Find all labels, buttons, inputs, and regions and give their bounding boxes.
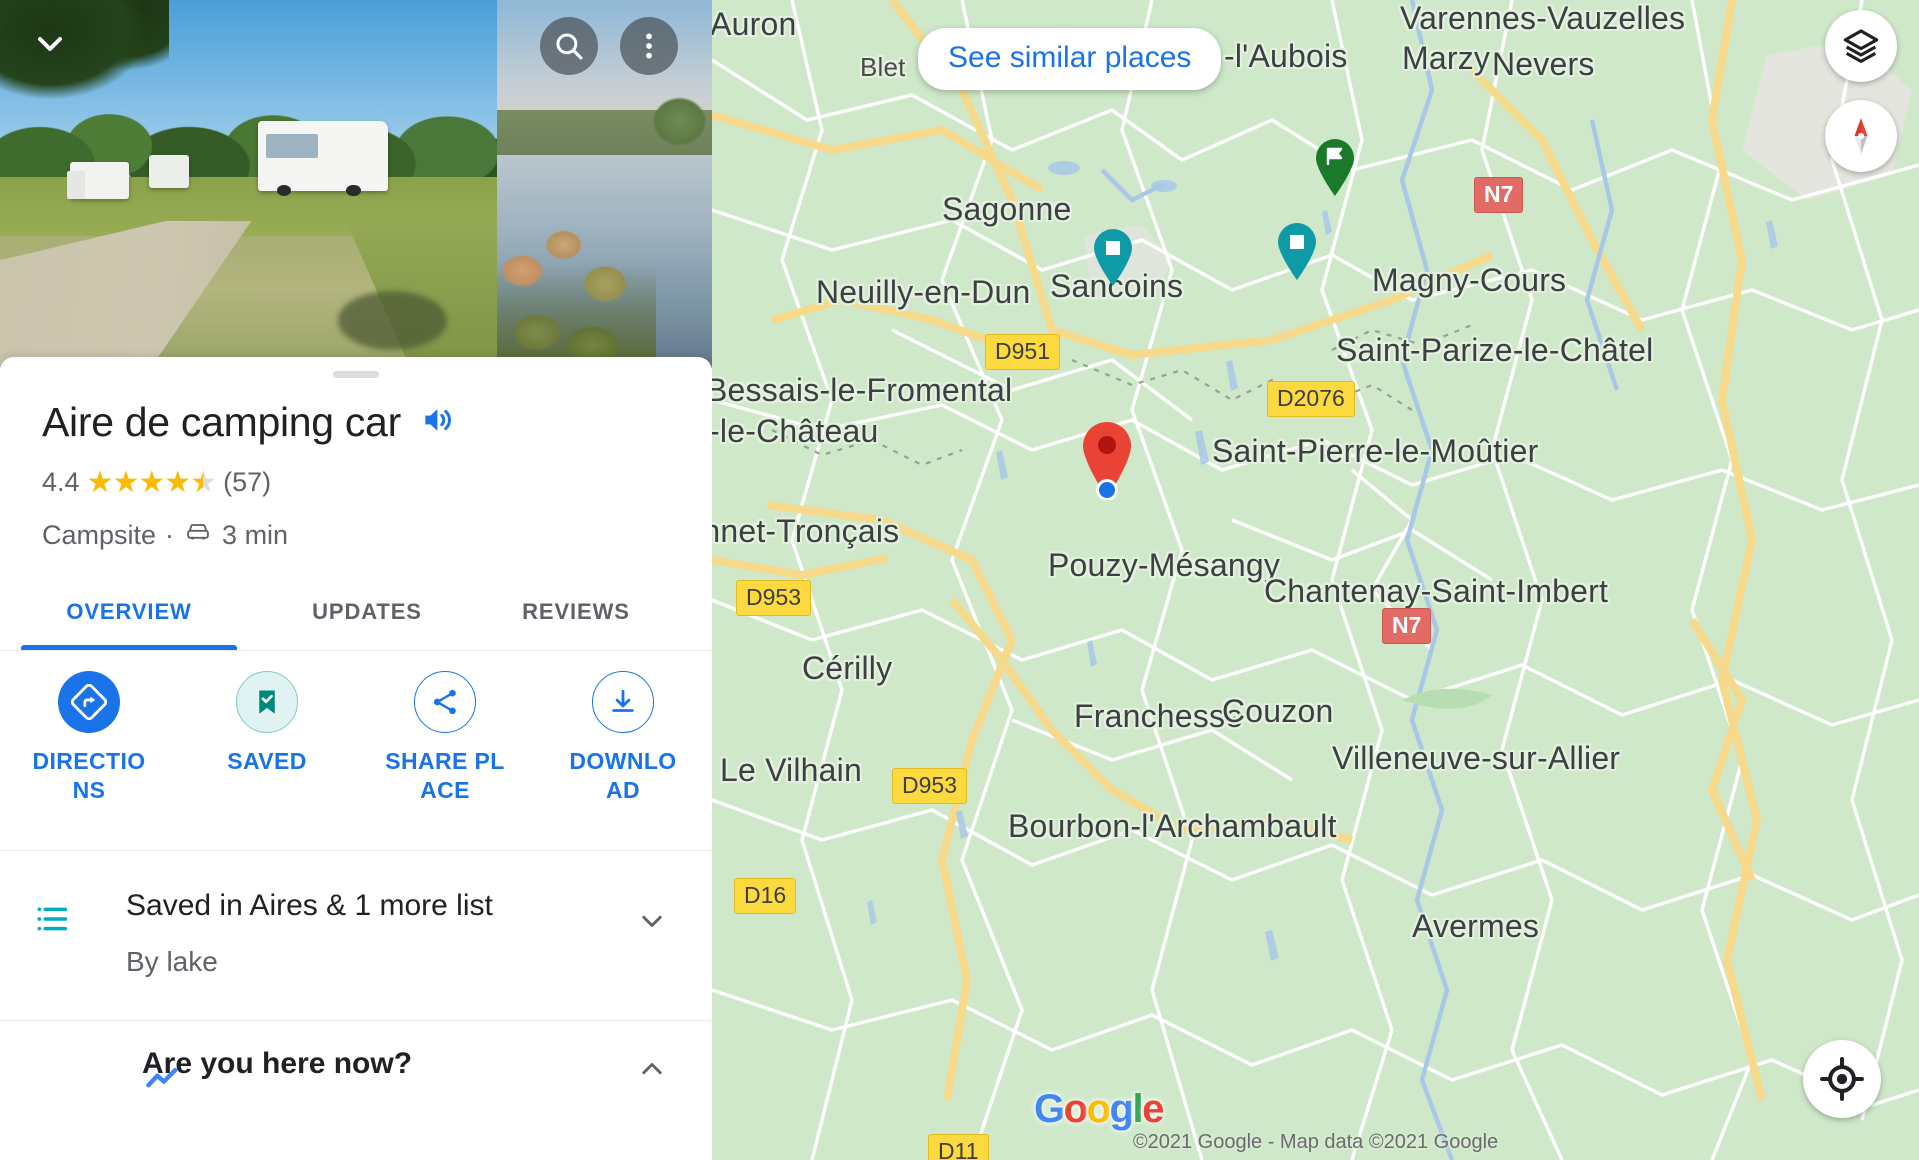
saved-list-subtitle: By lake [126,946,218,977]
action-button-row: DIRECTIONS SAVED SHARE PLACE DOWNLOAD [0,651,712,851]
chevron-down-icon [38,37,62,51]
map-canvas[interactable]: .minor { stroke:#ffffff; stroke-width:3.… [712,0,1919,1160]
star-icon-1: ★ [86,465,114,499]
road-shield-badge: N7 [1474,177,1524,213]
directions-label: DIRECTIONS [32,748,146,804]
rating-value: 4.4 [42,467,80,497]
place-info-card: Aire de camping car 4.4 ★ ★ ★ ★ ★ (57) C… [0,357,712,1160]
road-shield-badge: D16 [734,878,797,914]
see-similar-places-button[interactable]: See similar places [918,28,1222,90]
directions-button[interactable]: DIRECTIONS [0,651,178,850]
bookmark-check-icon [236,671,298,733]
share-place-button[interactable]: SHARE PLACE [356,651,534,850]
poi-pin-2[interactable] [1274,222,1320,287]
place-meta-row: Campsite · 3 min [42,517,288,554]
chevron-up-icon[interactable] [634,1051,670,1092]
tab-bar: OVERVIEW UPDATES REVIEWS [0,573,712,651]
sheet-drag-handle[interactable] [333,371,379,378]
photo-motorhome-3 [258,121,388,197]
map-layers-button[interactable] [1825,10,1897,82]
road-shield-badge: D953 [736,580,811,616]
flag-pin[interactable] [1312,138,1358,203]
collapse-photos-button[interactable] [26,20,74,68]
chevron-down-icon[interactable] [634,903,670,944]
layers-icon [1843,29,1879,63]
my-location-button[interactable] [1803,1040,1881,1118]
car-icon [183,517,213,554]
download-label: DOWNLOAD [569,748,677,804]
road-shield-badge: D2076 [1267,381,1355,417]
poi-pin-1[interactable] [1090,228,1136,293]
tab-updates[interactable]: UPDATES [258,573,476,650]
place-category: Campsite [42,520,157,550]
download-button[interactable]: DOWNLOAD [534,651,712,850]
volume-up-icon[interactable] [419,401,457,444]
photo-motorhome-1 [67,161,130,199]
search-button[interactable] [540,17,598,75]
map-attribution: ©2021 Google - Map data ©2021 Google [1132,1131,1499,1153]
place-photo-lake[interactable] [497,0,712,368]
photo-shadow [337,290,448,350]
star-icon-3: ★ [138,465,165,499]
are-you-here-title: Are you here now? [142,1047,413,1080]
tab-overview[interactable]: OVERVIEW [0,573,258,650]
road-shield-badge: D953 [892,768,967,804]
list-icon [32,899,72,944]
place-details-panel: Aire de camping car 4.4 ★ ★ ★ ★ ★ (57) C… [0,0,712,1160]
more-options-button[interactable] [620,17,678,75]
road-shield-badge: D951 [985,334,1060,370]
saved-list-title: Saved in Aires & 1 more list [126,889,493,922]
more-vert-icon [646,33,652,59]
title-row: Aire de camping car [42,399,682,446]
road-shield-badge: N7 [1382,608,1432,644]
place-photo-campsite[interactable] [0,0,497,368]
compass-button[interactable] [1825,100,1897,172]
share-icon [414,671,476,733]
are-you-here-row[interactable]: Are you here now? [0,1021,712,1160]
photo-motorhome-2 [149,154,189,188]
download-icon [592,671,654,733]
photo-lake-tree [643,58,712,184]
share-place-label: SHARE PLACE [385,748,505,804]
photo-lake-bush [497,206,657,368]
star-icon-5-half: ★ [190,465,217,499]
google-logo: Google [1034,1087,1164,1131]
search-icon [556,33,583,60]
star-rating: ★ ★ ★ ★ ★ [86,465,218,499]
rating-row[interactable]: 4.4 ★ ★ ★ ★ ★ (57) [42,467,271,498]
compass-icon [1854,117,1868,155]
page-title: Aire de camping car [42,399,401,445]
tab-reviews[interactable]: REVIEWS [476,573,676,650]
review-count: (57) [223,467,272,497]
star-icon-2: ★ [112,465,139,499]
saved-list-row[interactable]: Saved in Aires & 1 more list By lake [0,851,712,1021]
photo-gallery[interactable] [0,0,712,368]
star-icon-4: ★ [164,465,191,499]
meta-separator: · [165,520,175,550]
directions-icon [58,671,120,733]
saved-button[interactable]: SAVED [178,651,356,850]
drive-time: 3 min [222,520,289,550]
saved-label: SAVED [227,748,307,774]
my-location-icon [1820,1057,1864,1101]
selected-place-pin[interactable] [1076,418,1138,505]
